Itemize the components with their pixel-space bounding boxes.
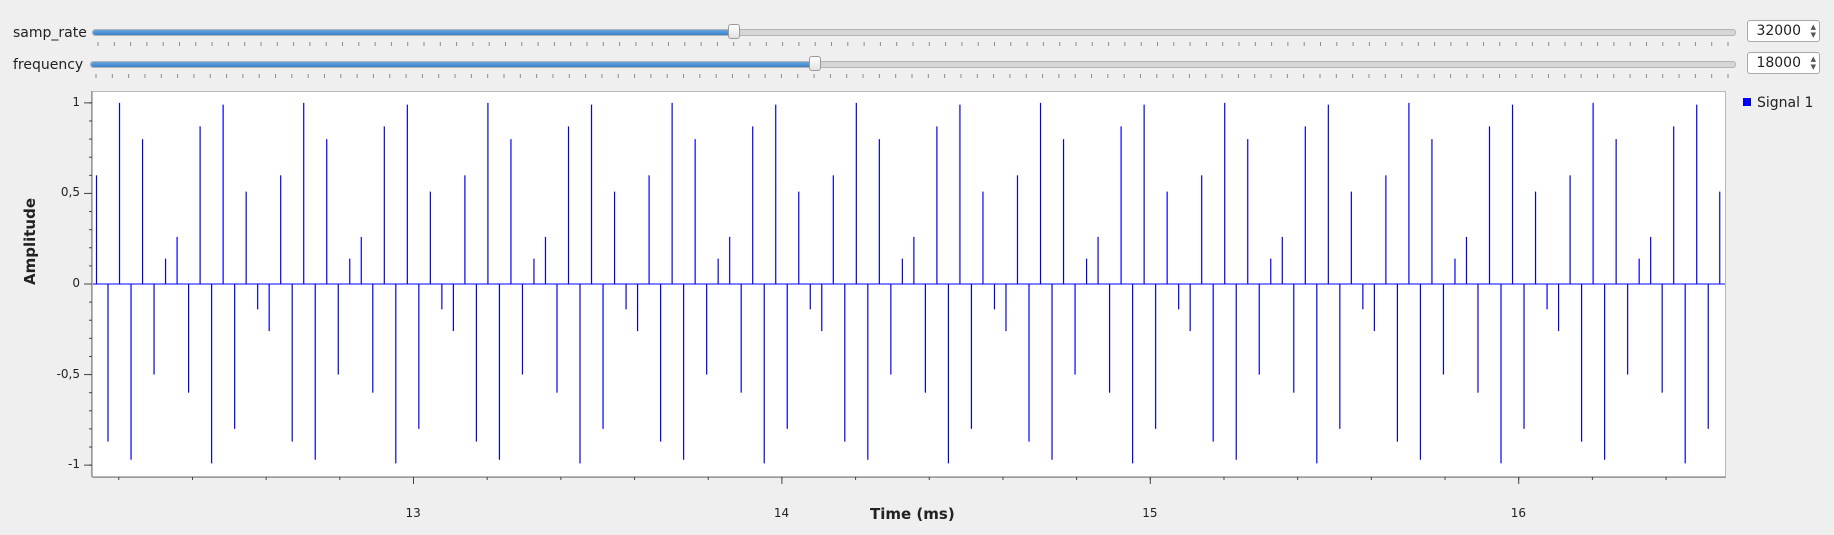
samp-rate-value: 32000 xyxy=(1756,23,1801,39)
y-axis-label: Amplitude xyxy=(21,197,39,285)
samp-rate-slider-fill xyxy=(93,30,735,35)
x-tick-label: 15 xyxy=(1142,506,1158,520)
x-tick-label: 16 xyxy=(1510,506,1526,520)
frequency-slider-fill xyxy=(91,62,816,67)
frequency-slider[interactable] xyxy=(90,56,1736,71)
x-axis-label: Time (ms) xyxy=(870,505,955,523)
frequency-value: 18000 xyxy=(1756,55,1801,71)
samp-rate-spinbox[interactable]: 32000 ▲ ▼ xyxy=(1747,20,1820,42)
frequency-spinbox[interactable]: 18000 ▲ ▼ xyxy=(1747,52,1820,74)
plot-canvas[interactable] xyxy=(92,91,1726,477)
samp-rate-slider[interactable] xyxy=(92,24,1736,39)
x-axis xyxy=(92,477,1726,484)
frequency-label: frequency xyxy=(13,57,84,73)
spin-up-arrow-icon[interactable]: ▲ xyxy=(1811,24,1816,31)
x-tick-label: 13 xyxy=(405,506,421,520)
spin-down-arrow-icon[interactable]: ▼ xyxy=(1811,32,1816,39)
spin-down-arrow-icon[interactable]: ▼ xyxy=(1811,64,1816,71)
frequency-row: frequency 18000 ▲ ▼ xyxy=(0,52,1834,80)
legend-label: Signal 1 xyxy=(1757,95,1814,111)
y-tick-label: 0 xyxy=(72,276,80,290)
samp-rate-row: samp_rate 32000 ▲ ▼ xyxy=(0,20,1834,48)
legend-swatch xyxy=(1743,98,1751,106)
y-tick-label: -1 xyxy=(68,457,80,472)
samp-rate-slider-ticks xyxy=(97,42,1729,46)
signal-plot xyxy=(93,102,1725,464)
legend[interactable]: Signal 1 xyxy=(1743,95,1813,111)
frequency-slider-handle[interactable] xyxy=(809,56,822,71)
y-tick-label: 1 xyxy=(72,94,80,109)
y-tick-label: -0,5 xyxy=(56,366,80,381)
spin-up-arrow-icon[interactable]: ▲ xyxy=(1811,56,1816,63)
x-tick-label: 14 xyxy=(773,506,790,520)
frequency-slider-ticks xyxy=(95,74,1729,78)
samp-rate-label: samp_rate xyxy=(13,25,87,41)
y-tick-label: 0,5 xyxy=(60,185,80,200)
samp-rate-slider-handle[interactable] xyxy=(728,24,741,39)
